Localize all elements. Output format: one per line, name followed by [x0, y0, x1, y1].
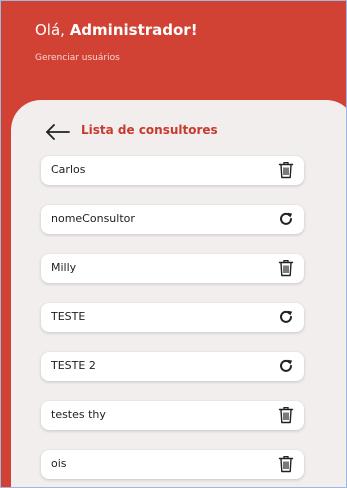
delete-button[interactable] [276, 454, 296, 474]
page-subtitle: Gerenciar usuários [35, 53, 120, 63]
list-item[interactable]: nomeConsultor [41, 205, 304, 234]
refresh-icon [280, 359, 293, 372]
app-frame: Olá, Administrador! Gerenciar usuários L… [0, 0, 347, 488]
reactivate-button[interactable] [276, 356, 296, 376]
greeting-prefix: Olá, [35, 21, 70, 39]
list-item[interactable]: testes thy [41, 401, 304, 430]
list-item[interactable]: Milly [41, 254, 304, 283]
list-item[interactable]: ois [41, 450, 304, 479]
delete-button[interactable] [276, 160, 296, 180]
consultant-name: Milly [51, 261, 77, 274]
trash-icon [278, 259, 294, 277]
greeting: Olá, Administrador! [35, 21, 198, 39]
consultant-name: ois [51, 457, 67, 470]
consultant-name: TESTE 2 [51, 359, 96, 372]
consultant-name: TESTE [51, 310, 86, 323]
refresh-icon [280, 212, 293, 225]
trash-icon [278, 455, 294, 473]
list-item[interactable]: TESTE 2 [41, 352, 304, 381]
reactivate-button[interactable] [276, 209, 296, 229]
consultant-name: Carlos [51, 163, 86, 176]
delete-button[interactable] [276, 258, 296, 278]
reactivate-button[interactable] [276, 307, 296, 327]
trash-icon [278, 406, 294, 424]
list-title: Lista de consultores [81, 123, 218, 137]
delete-button[interactable] [276, 405, 296, 425]
list-item[interactable]: TESTE [41, 303, 304, 332]
arrow-left-icon [46, 124, 70, 140]
refresh-icon [280, 310, 293, 323]
consultant-name: nomeConsultor [51, 212, 135, 225]
greeting-name: Administrador! [69, 21, 198, 39]
trash-icon [278, 161, 294, 179]
consultant-name: testes thy [51, 408, 106, 421]
list-item[interactable]: Carlos [41, 156, 304, 185]
back-button[interactable] [45, 121, 71, 143]
